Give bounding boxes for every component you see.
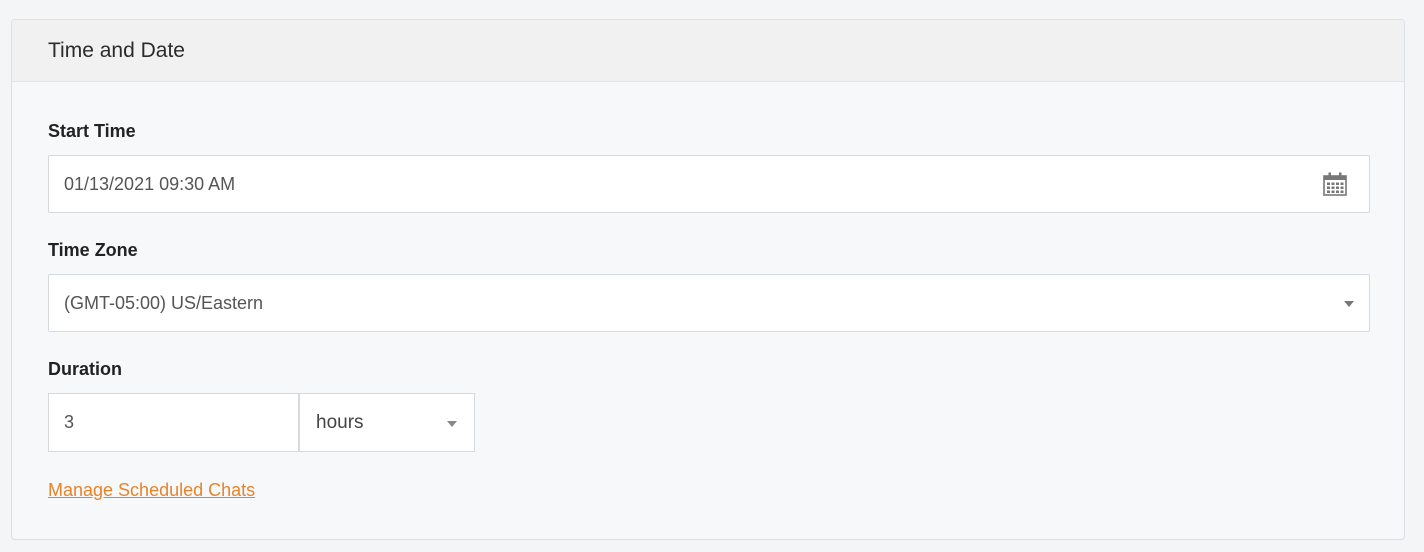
duration-value: 3 — [64, 412, 75, 432]
time-zone-label: Time Zone — [48, 240, 138, 260]
calendar-icon[interactable] — [1321, 170, 1349, 198]
duration-unit-select[interactable]: hours — [299, 393, 475, 452]
start-time-label: Start Time — [48, 121, 136, 141]
chevron-down-icon[interactable] — [1344, 301, 1354, 307]
duration-input[interactable]: 3 — [48, 393, 299, 452]
time-and-date-panel: Time and Date Start Time 01/13/2021 09:3… — [11, 19, 1405, 540]
start-time-input[interactable]: 01/13/2021 09:30 AM — [48, 155, 1370, 213]
time-zone-select[interactable]: (GMT-05:00) US/Eastern — [48, 274, 1370, 332]
panel-title: Time and Date — [12, 20, 1404, 82]
duration-label: Duration — [48, 359, 122, 379]
manage-scheduled-chats-link[interactable]: Manage Scheduled Chats — [48, 480, 255, 501]
start-time-value: 01/13/2021 09:30 AM — [64, 173, 236, 194]
duration-unit-value: hours — [316, 411, 364, 433]
chevron-down-icon[interactable] — [447, 421, 457, 427]
time-zone-value: (GMT-05:00) US/Eastern — [64, 292, 264, 313]
